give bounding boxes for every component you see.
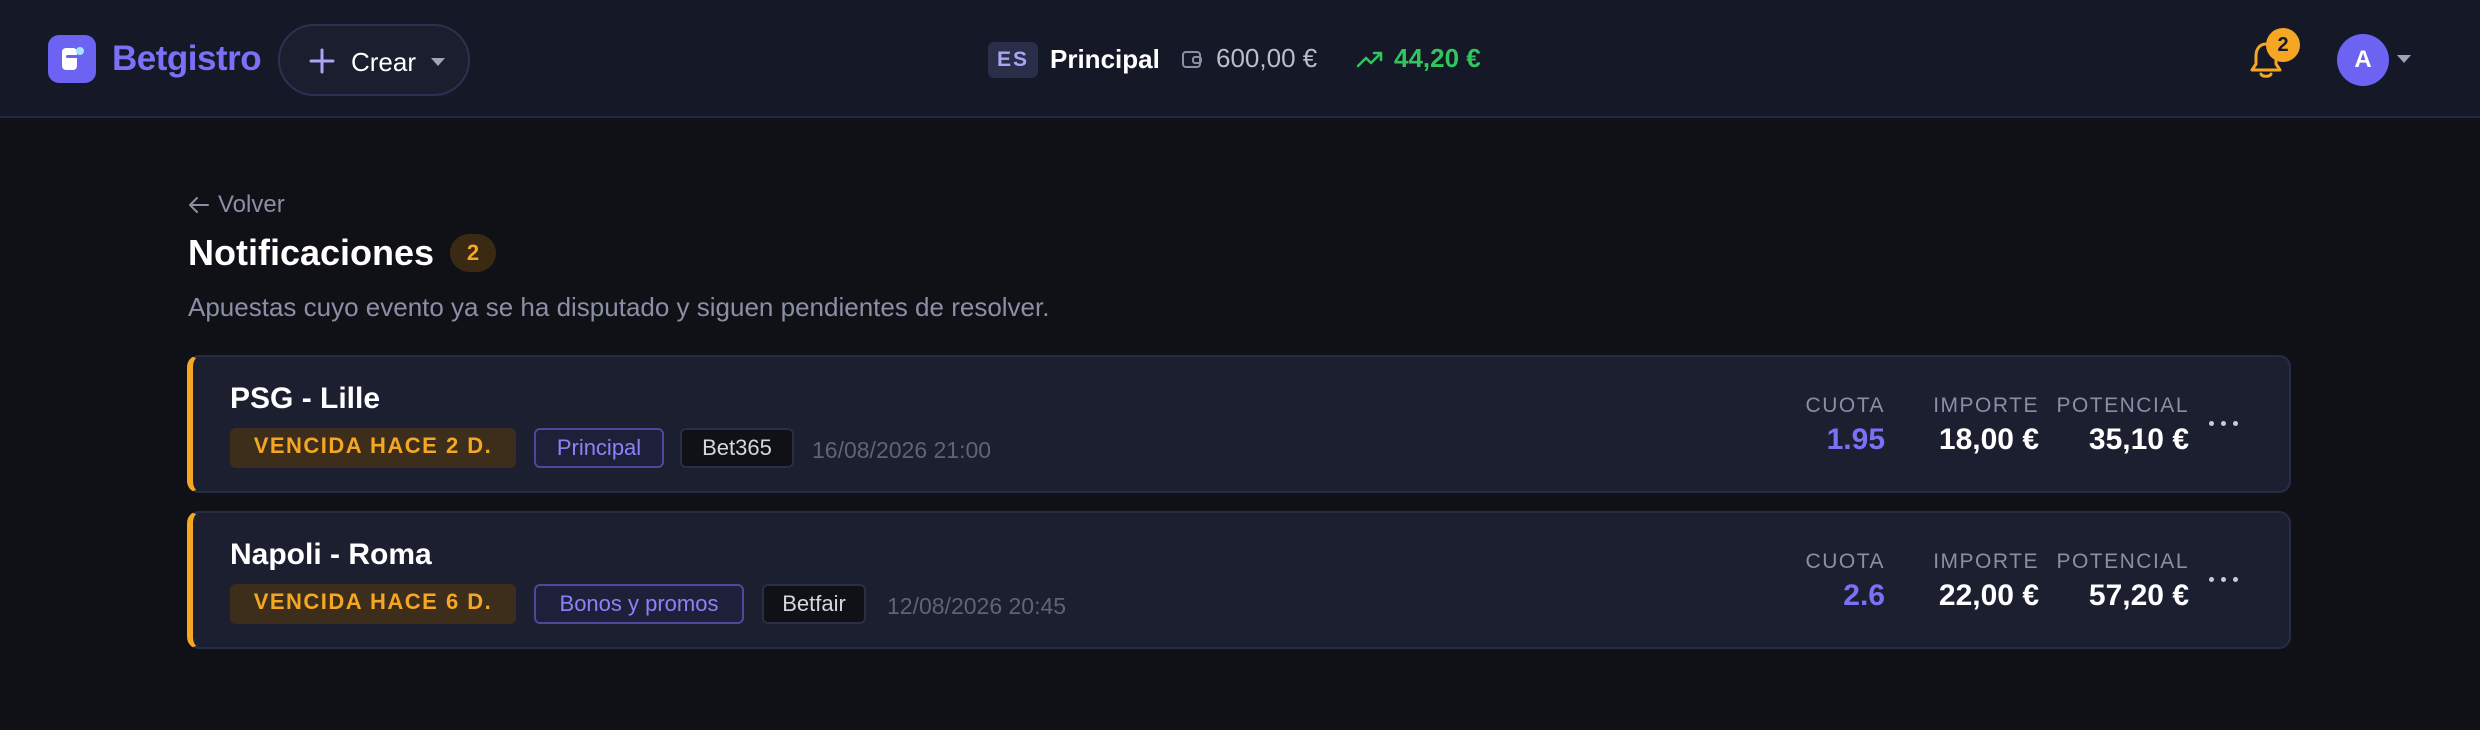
caret-down-icon[interactable]: [2396, 54, 2412, 64]
page-subtitle: Apuestas cuyo evento ya se ha disputado …: [188, 292, 1050, 322]
top-bar: Betgistro Crear ES Principal 600,00 € 44…: [0, 0, 2480, 118]
account-name[interactable]: Principal: [1050, 40, 1160, 78]
potential-label: POTENCIAL: [2056, 394, 2189, 417]
create-button[interactable]: Crear: [278, 24, 470, 96]
back-link-label: Volver: [218, 191, 285, 218]
account-profit: 44,20 €: [1394, 43, 1481, 73]
account-balance: 600,00 €: [1216, 43, 1318, 73]
bet-card[interactable]: PSG - Lille VENCIDA HACE 2 D. Principal …: [187, 355, 2291, 493]
match-name[interactable]: PSG - Lille: [230, 379, 380, 419]
notifications-count-badge: 2: [450, 234, 496, 272]
match-name[interactable]: Napoli - Roma: [230, 535, 432, 575]
brand-name[interactable]: Betgistro: [112, 36, 262, 82]
account-tag: Bonos y promos: [534, 584, 744, 624]
odds-label: CUOTA: [1805, 394, 1885, 417]
arrow-left-icon: [189, 197, 209, 213]
page-title: Notificaciones: [188, 232, 435, 273]
plus-icon: [309, 48, 335, 74]
potential-label: POTENCIAL: [2056, 550, 2189, 573]
account-country-badge: ES: [988, 42, 1038, 78]
bookmaker-tag: Bet365: [680, 428, 794, 468]
notification-count-badge: 2: [2266, 28, 2300, 62]
status-badge: VENCIDA HACE 6 D.: [230, 584, 516, 624]
trend-up-icon: [1356, 51, 1383, 68]
bet-card[interactable]: Napoli - Roma VENCIDA HACE 6 D. Bonos y …: [187, 511, 2291, 649]
caret-down-icon: [431, 58, 445, 66]
odds-value: 2.6: [1843, 579, 1885, 612]
event-datetime: 16/08/2026 21:00: [812, 437, 992, 463]
bookmaker-tag: Betfair: [762, 584, 866, 624]
avatar[interactable]: A: [2337, 34, 2389, 86]
event-datetime: 12/08/2026 20:45: [887, 593, 1067, 619]
odds-label: CUOTA: [1805, 550, 1885, 573]
create-button-label: Crear: [351, 47, 417, 77]
more-icon[interactable]: [2207, 573, 2241, 587]
account-tag: Principal: [534, 428, 664, 468]
more-icon[interactable]: [2207, 417, 2241, 431]
wallet-icon: [1182, 51, 1202, 68]
status-badge: VENCIDA HACE 2 D.: [230, 428, 516, 468]
potential-value: 35,10 €: [2088, 423, 2189, 456]
potential-value: 57,20 €: [2088, 579, 2189, 612]
odds-value: 1.95: [1826, 423, 1885, 456]
logo-icon[interactable]: [48, 35, 96, 83]
